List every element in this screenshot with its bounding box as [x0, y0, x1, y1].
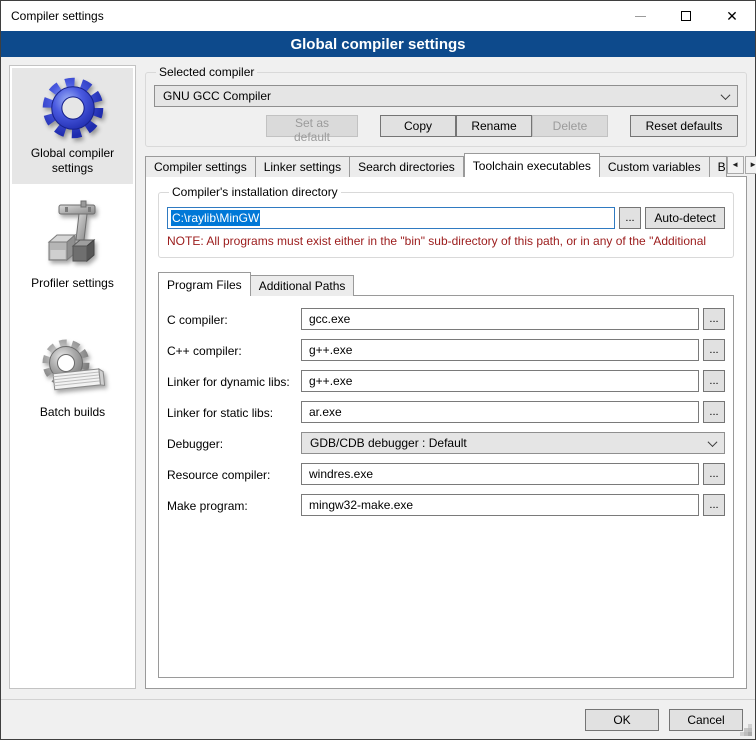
sidebar-item-global-compiler-settings[interactable]: Global compiler settings [12, 68, 133, 184]
close-button[interactable]: ✕ [709, 1, 755, 31]
close-icon: ✕ [726, 8, 738, 25]
field-label: Linker for static libs: [167, 405, 301, 420]
browse-directory-button[interactable]: ... [619, 207, 641, 229]
sidebar-item-label: Batch builds [40, 405, 105, 420]
selected-compiler-group: Selected compiler GNU GCC Compiler Set a… [145, 65, 747, 147]
settings-category-sidebar: Global compiler settings [9, 65, 136, 689]
form-row-dynamic-linker: Linker for dynamic libs: g++.exe ... [167, 370, 725, 392]
field-label: Debugger: [167, 436, 301, 451]
chevron-down-icon [708, 437, 718, 447]
debugger-value: GDB/CDB debugger : Default [310, 436, 709, 450]
dynamic-linker-input[interactable]: g++.exe [301, 370, 699, 392]
field-label: Linker for dynamic libs: [167, 374, 301, 389]
field-label: Make program: [167, 498, 301, 513]
titlebar: Compiler settings ✕ [1, 1, 755, 31]
cpp-compiler-input[interactable]: g++.exe [301, 339, 699, 361]
tab-search-directories[interactable]: Search directories [350, 156, 464, 177]
form-row-debugger: Debugger: GDB/CDB debugger : Default [167, 432, 725, 454]
browse-dynamic-linker-button[interactable]: ... [703, 370, 725, 392]
field-label: C++ compiler: [167, 343, 301, 358]
selected-compiler-group-label: Selected compiler [156, 65, 257, 79]
chevron-down-icon [721, 90, 731, 100]
installation-directory-input[interactable]: C:\raylib\MinGW [167, 207, 615, 229]
field-label: C compiler: [167, 312, 301, 327]
form-row-static-linker: Linker for static libs: ar.exe ... [167, 401, 725, 423]
cancel-button[interactable]: Cancel [669, 709, 743, 731]
form-row-c-compiler: C compiler: gcc.exe ... [167, 308, 725, 330]
ok-button[interactable]: OK [585, 709, 659, 731]
subtab-additional-paths[interactable]: Additional Paths [251, 275, 355, 296]
browse-make-program-button[interactable]: ... [703, 494, 725, 516]
sidebar-item-label: Profiler settings [31, 276, 114, 291]
dialog-header-title: Global compiler settings [1, 31, 755, 57]
subtab-program-files[interactable]: Program Files [158, 272, 251, 296]
make-program-input[interactable]: mingw32-make.exe [301, 494, 699, 516]
sidebar-item-profiler-settings[interactable]: Profiler settings [12, 194, 133, 299]
delete-button: Delete [532, 115, 608, 137]
browse-resource-compiler-button[interactable]: ... [703, 463, 725, 485]
resource-compiler-input[interactable]: windres.exe [301, 463, 699, 485]
maximize-icon [681, 11, 691, 21]
window-controls: ✕ [617, 1, 755, 31]
program-files-page: C compiler: gcc.exe ... C++ compiler: g+… [158, 295, 734, 678]
resize-grip[interactable] [748, 732, 752, 736]
tab-custom-variables[interactable]: Custom variables [600, 156, 710, 177]
window-title: Compiler settings [1, 9, 617, 23]
field-value: g++.exe [309, 374, 352, 388]
tab-scroll-right-button[interactable]: ► [745, 156, 756, 174]
rename-button[interactable]: Rename [456, 115, 532, 137]
field-value: mingw32-make.exe [309, 498, 413, 512]
blue-gear-icon [39, 74, 107, 142]
set-as-default-button: Set as default [266, 115, 358, 137]
field-value: windres.exe [309, 467, 373, 481]
maximize-button[interactable] [663, 1, 709, 31]
browse-static-linker-button[interactable]: ... [703, 401, 725, 423]
tab-linker-settings[interactable]: Linker settings [256, 156, 350, 177]
minimize-icon [635, 16, 646, 17]
field-value: g++.exe [309, 343, 352, 357]
c-compiler-input[interactable]: gcc.exe [301, 308, 699, 330]
installation-directory-value: C:\raylib\MinGW [171, 210, 260, 226]
debugger-dropdown[interactable]: GDB/CDB debugger : Default [301, 432, 725, 454]
field-value: gcc.exe [309, 312, 350, 326]
installation-directory-group-label: Compiler's installation directory [169, 185, 341, 199]
selected-compiler-dropdown[interactable]: GNU GCC Compiler [154, 85, 738, 107]
sidebar-item-label: Global compiler settings [16, 146, 129, 176]
form-row-resource-compiler: Resource compiler: windres.exe ... [167, 463, 725, 485]
gray-gear-stack-icon [40, 337, 106, 401]
compiler-settings-dialog: Compiler settings ✕ Global compiler sett… [0, 0, 756, 740]
field-value: ar.exe [309, 405, 342, 419]
compiler-tabbar: Compiler settings Linker settings Search… [145, 153, 747, 176]
installation-directory-group: Compiler's installation directory C:\ray… [158, 185, 734, 258]
tab-scroll-buttons: ◄ ► [727, 156, 756, 174]
sidebar-item-batch-builds[interactable]: Batch builds [12, 331, 133, 428]
tab-compiler-settings[interactable]: Compiler settings [145, 156, 256, 177]
tab-scroll-left-button[interactable]: ◄ [727, 156, 744, 174]
tab-build-options[interactable]: Build options [710, 156, 727, 177]
browse-cpp-compiler-button[interactable]: ... [703, 339, 725, 361]
browse-c-compiler-button[interactable]: ... [703, 308, 725, 330]
minimize-button [617, 1, 663, 31]
installation-directory-note: NOTE: All programs must exist either in … [167, 234, 725, 248]
tab-toolchain-executables[interactable]: Toolchain executables [464, 153, 600, 177]
caliper-blocks-icon [41, 200, 105, 272]
copy-button[interactable]: Copy [380, 115, 456, 137]
toolchain-subtabs: Program Files Additional Paths [158, 272, 734, 295]
reset-defaults-button[interactable]: Reset defaults [630, 115, 738, 137]
field-label: Resource compiler: [167, 467, 301, 482]
static-linker-input[interactable]: ar.exe [301, 401, 699, 423]
toolchain-executables-page: Compiler's installation directory C:\ray… [145, 176, 747, 689]
form-row-make-program: Make program: mingw32-make.exe ... [167, 494, 725, 516]
selected-compiler-value: GNU GCC Compiler [163, 89, 722, 103]
form-row-cpp-compiler: C++ compiler: g++.exe ... [167, 339, 725, 361]
auto-detect-button[interactable]: Auto-detect [645, 207, 725, 229]
dialog-footer: OK Cancel [1, 699, 755, 739]
